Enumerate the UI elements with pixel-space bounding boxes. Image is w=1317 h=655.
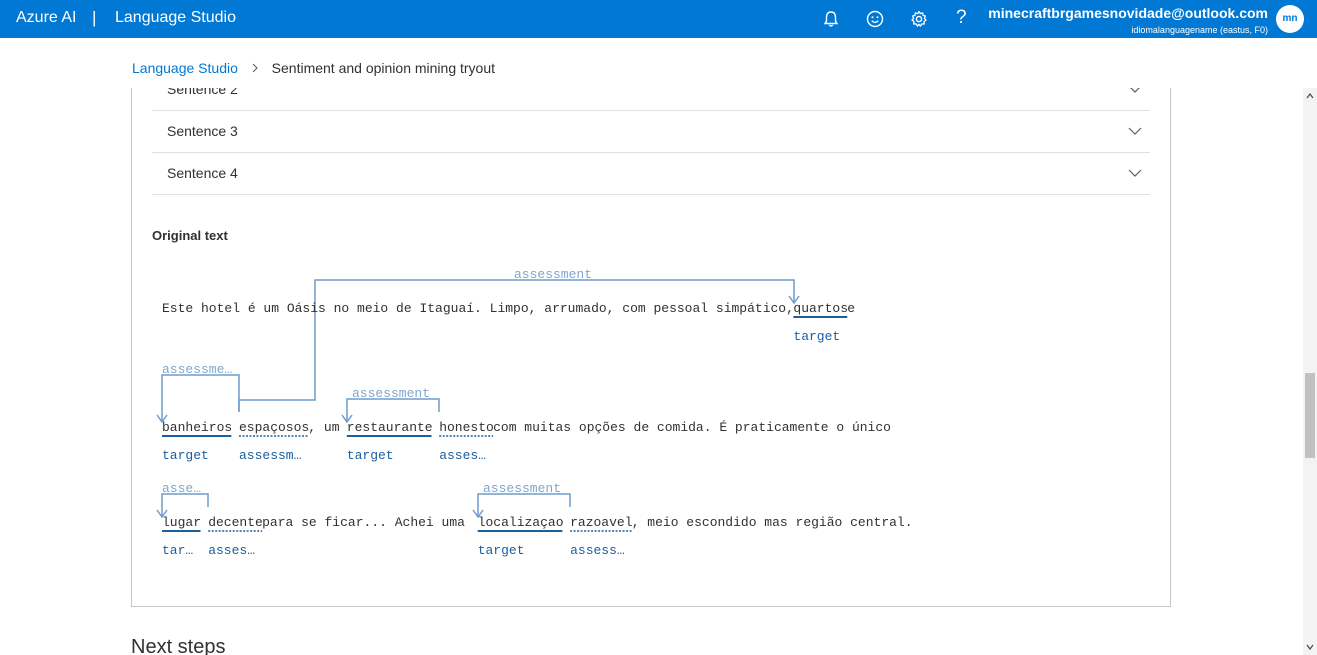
- assessment-arc[interactable]: assessme…: [156, 362, 240, 424]
- assessment-tag: assessm…: [239, 448, 302, 463]
- arc-label: assessment: [483, 481, 561, 496]
- arc-label: assessment: [514, 267, 592, 282]
- target-tag: target: [347, 448, 394, 463]
- assessment-arc[interactable]: asse…: [156, 481, 209, 519]
- assessment-tag: asses…: [208, 543, 255, 558]
- scrollbar-thumb[interactable]: [1305, 373, 1315, 458]
- text-line: lugar tar… decente asses… para se ficar...…: [162, 515, 913, 558]
- breadcrumb: Language Studio Sentiment and opinion mi…: [132, 60, 495, 76]
- account-email: minecraftbrgamesnovidade@outlook.com: [988, 5, 1268, 21]
- chevron-right-icon: [251, 60, 259, 76]
- assessment-arc[interactable]: assessment: [341, 386, 440, 424]
- smiley-icon[interactable]: [865, 9, 885, 29]
- target-word[interactable]: lugar: [162, 515, 201, 530]
- bell-icon[interactable]: [821, 9, 841, 29]
- breadcrumb-root-link[interactable]: Language Studio: [132, 60, 238, 76]
- assessment-arc[interactable]: assessment: [238, 267, 800, 411]
- assessment-word[interactable]: espaçosos: [239, 420, 309, 435]
- assessment-tag: assess…: [570, 543, 625, 558]
- target-word[interactable]: quartos: [793, 301, 848, 316]
- text-line: banheiros target espaçosos assessm… , um re…: [162, 420, 891, 463]
- brand-separator: |: [92, 8, 97, 27]
- target-tag: target: [793, 329, 840, 344]
- target-tag: target: [478, 543, 525, 558]
- arc-label: assessme…: [162, 362, 232, 377]
- next-steps-heading: Next steps: [131, 636, 226, 655]
- text-segment: , um: [308, 420, 339, 435]
- product-name[interactable]: Language Studio: [115, 9, 236, 27]
- breadcrumb-current: Sentiment and opinion mining tryout: [271, 60, 496, 76]
- content-viewport: Sentence 2 Sentence 3 Sentence 4 Origina…: [0, 88, 1303, 655]
- text-line: Este hotel é um Oásis no meio de Itaguaí…: [162, 301, 855, 344]
- assessment-tag: asses…: [439, 448, 486, 463]
- avatar[interactable]: mn: [1276, 5, 1304, 33]
- target-tag: tar…: [162, 543, 193, 558]
- assessment-arc[interactable]: assessment: [472, 481, 571, 519]
- assessment-word[interactable]: decente: [208, 515, 263, 530]
- vertical-scrollbar[interactable]: [1303, 88, 1317, 655]
- arc-label: asse…: [162, 481, 201, 496]
- target-word[interactable]: localizaçao: [478, 515, 564, 530]
- text-segment: , meio escondido mas região central.: [632, 515, 913, 530]
- text-segment: para se ficar... Achei uma: [262, 515, 465, 530]
- scroll-down-icon[interactable]: [1306, 643, 1314, 651]
- opinion-annotation: assessment assessme… assessment asse… assess…: [156, 267, 913, 558]
- target-tag: target: [162, 448, 209, 463]
- original-text-body: Este hotel é um Oásis no meio de Itaguaí…: [162, 301, 913, 558]
- target-word[interactable]: banheiros: [162, 420, 232, 435]
- top-bar: Azure AI | Language Studio ? minecraftbr…: [0, 0, 1317, 38]
- brand-name[interactable]: Azure AI: [16, 9, 76, 27]
- text-segment: com muitas opções de comida. É praticame…: [493, 420, 891, 435]
- assessment-word[interactable]: honesto: [439, 420, 494, 435]
- gear-icon[interactable]: [909, 9, 929, 29]
- account-info[interactable]: minecraftbrgamesnovidade@outlook.com idi…: [988, 5, 1268, 37]
- scroll-up-icon[interactable]: [1306, 92, 1314, 100]
- target-word[interactable]: restaurante: [347, 420, 433, 435]
- text-segment: Este hotel é um Oásis no meio de Itaguaí…: [162, 301, 794, 316]
- assessment-word[interactable]: razoavel: [570, 515, 633, 530]
- arc-label: assessment: [352, 386, 430, 401]
- account-directory: idiomalanguagename (eastus, F0): [1131, 25, 1268, 35]
- help-icon[interactable]: ?: [956, 7, 967, 29]
- text-segment: e: [847, 301, 855, 316]
